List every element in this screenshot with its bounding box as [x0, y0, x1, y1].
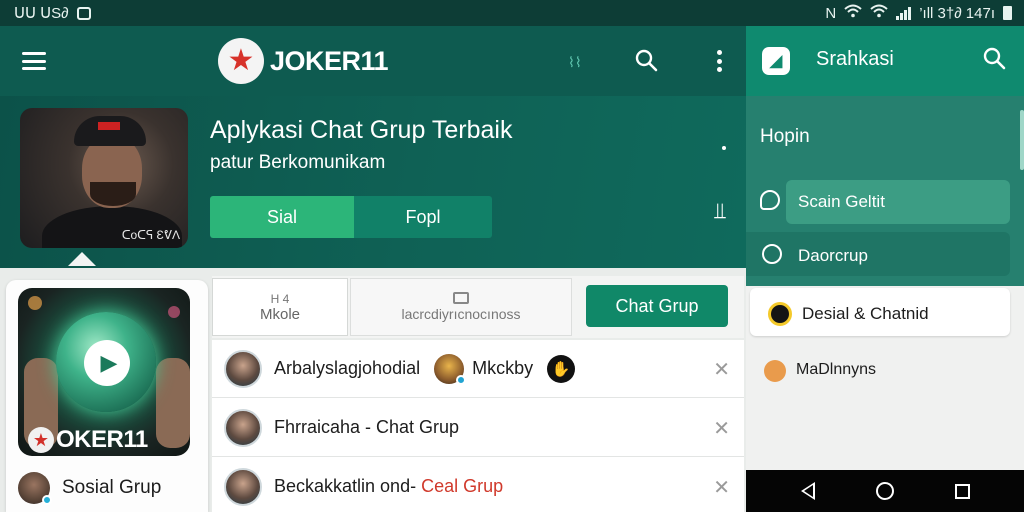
- list-item[interactable]: Arbalyslagjohodial Mkckby ✋ ✕: [212, 340, 744, 398]
- close-icon[interactable]: ✕: [713, 475, 730, 500]
- chat-name-prefix: Beckakkatlin ond-: [274, 476, 422, 496]
- avatar: [18, 472, 52, 505]
- chat-name-accent: Ceal Grup: [421, 476, 504, 496]
- orange-dot-icon: [764, 360, 786, 382]
- promo-video-thumbnail[interactable]: ▶ ★ OKER11: [18, 288, 190, 456]
- drawer-menu: Hopin Scain Geltit Daorcrup: [746, 96, 1024, 286]
- hero-secondary-button[interactable]: Fopl: [354, 196, 492, 238]
- drawer-item[interactable]: [746, 232, 1010, 276]
- app-icon: ◢: [762, 47, 790, 75]
- back-icon[interactable]: [800, 482, 815, 500]
- drawer-lower-list: Desial & Chatnid MaDlnnyns: [746, 286, 1024, 470]
- chat-extra-name: Mkckby: [472, 358, 534, 378]
- wings-icon: ⌇⌇: [568, 54, 582, 70]
- drawer-item-label[interactable]: Daorcrup: [798, 246, 868, 266]
- hero-pointer: [68, 252, 96, 266]
- drawer-title: Srahkasi: [816, 48, 894, 70]
- drawer-item-label[interactable]: MaDlnnyns: [796, 361, 876, 379]
- wifi-icon: [844, 4, 862, 22]
- app-logo: ★ JOKER11: [218, 38, 389, 84]
- drawer-section-label[interactable]: Hopin: [760, 126, 810, 148]
- tab-bar: H 4 Mkole Ɩacrcdiyrıcnocınoss Chat Grup: [212, 276, 744, 338]
- drawer-item[interactable]: Desial & Chatnid: [750, 288, 1010, 336]
- promo-card[interactable]: ▶ ★ OKER11 Sosial Grup: [6, 280, 208, 512]
- system-nav-bar: [746, 470, 1024, 512]
- hero-banner: ᑕoᑕᕋ ƐᕓΛ Aplykasi Chat Grup Terbaik patu…: [0, 96, 746, 268]
- avatar: [434, 353, 467, 385]
- hero-subtitle: patur Berkomunikam: [210, 152, 386, 173]
- tab-directory-label: Ɩacrcdiyrıcnocınoss: [401, 306, 521, 322]
- chat-name: Beckakkatlin ond- Ceal Grup: [274, 476, 503, 497]
- tab-mobile-icon-text: H 4: [270, 291, 290, 306]
- promo-brand-name: OKER11: [56, 426, 148, 453]
- screen-icon: [453, 292, 469, 304]
- star-logo-icon: ★: [28, 427, 54, 453]
- search-icon[interactable]: [982, 46, 1006, 75]
- hand-icon: ✋: [547, 354, 576, 383]
- hero-photo-caption: ᑕoᑕᕋ ƐᕓΛ: [121, 228, 180, 242]
- list-item[interactable]: Beckakkatlin ond- Ceal Grup ✕: [212, 458, 744, 512]
- chat-name: Fhrraicaha - Chat Grup: [274, 417, 460, 437]
- drawer-item-label[interactable]: Scain Geltit: [798, 192, 885, 212]
- home-icon[interactable]: [875, 482, 894, 500]
- tab-directory[interactable]: Ɩacrcdiyrıcnocınoss: [350, 278, 572, 336]
- chat-group-button[interactable]: Chat Grup: [586, 285, 728, 327]
- promo-brand: ★ OKER11: [28, 426, 148, 454]
- chat-name: Arbalyslagjohodial: [274, 358, 421, 378]
- avatar: [224, 349, 262, 388]
- tab-mobile[interactable]: H 4 Mkole: [212, 278, 348, 336]
- list-item[interactable]: Fhrraicaha - Chat Grup ✕: [212, 399, 744, 457]
- app-brand-name: JOKER11: [270, 45, 389, 76]
- avatar: [224, 408, 262, 447]
- promo-footer-label: Sosial Grup: [62, 477, 162, 498]
- tab-mobile-label: Mkole: [259, 305, 300, 323]
- signal-icon: [896, 6, 912, 20]
- play-icon[interactable]: ▶: [84, 340, 130, 386]
- search-icon[interactable]: [634, 48, 658, 77]
- side-drawer: ◢ Srahkasi Hopin Scain Geltit Daorcrup D…: [746, 26, 1024, 470]
- notification-icon: [76, 6, 91, 20]
- status-left-text: ᑌᑌ ᑌS∂: [14, 5, 69, 22]
- promo-footer: Sosial Grup: [18, 472, 162, 505]
- status-right-text: ’ıll 3†∂ 147ı: [919, 4, 995, 22]
- status-ring-icon: [768, 302, 792, 326]
- chat-list: Arbalyslagjohodial Mkckby ✋ ✕ Fhrraicaha…: [212, 340, 744, 512]
- close-icon[interactable]: ✕: [713, 357, 730, 382]
- recent-apps-icon[interactable]: [954, 483, 970, 499]
- status-bar: ᑌᑌ ᑌS∂ N ’ıll 3†∂ 147ı: [0, 0, 1024, 26]
- scrollbar[interactable]: [1020, 110, 1024, 170]
- star-logo-icon: ★: [218, 38, 264, 84]
- drawer-header: ◢ Srahkasi: [746, 26, 1024, 96]
- drawer-item-label: Desial & Chatnid: [802, 304, 929, 323]
- close-icon[interactable]: ✕: [713, 416, 730, 441]
- hero-title: Aplykasi Chat Grup Terbaik: [210, 116, 513, 144]
- avatar: [224, 467, 262, 506]
- wifi-icon-2: [870, 4, 888, 22]
- indicator-dot: [722, 146, 726, 150]
- hero-primary-button[interactable]: Sial: [210, 196, 354, 238]
- more-options-icon[interactable]: [716, 50, 722, 72]
- circle-icon: [762, 244, 782, 264]
- nfc-icon: N: [825, 4, 837, 22]
- chat-bubble-icon: [760, 190, 780, 210]
- hamburger-menu-icon[interactable]: [22, 52, 46, 70]
- app-header: ★ JOKER11 ⌇⌇: [0, 26, 746, 96]
- filter-icon[interactable]: ⫫: [714, 198, 726, 224]
- hero-photo: ᑕoᑕᕋ ƐᕓΛ: [20, 108, 188, 248]
- battery-icon: [1003, 6, 1012, 20]
